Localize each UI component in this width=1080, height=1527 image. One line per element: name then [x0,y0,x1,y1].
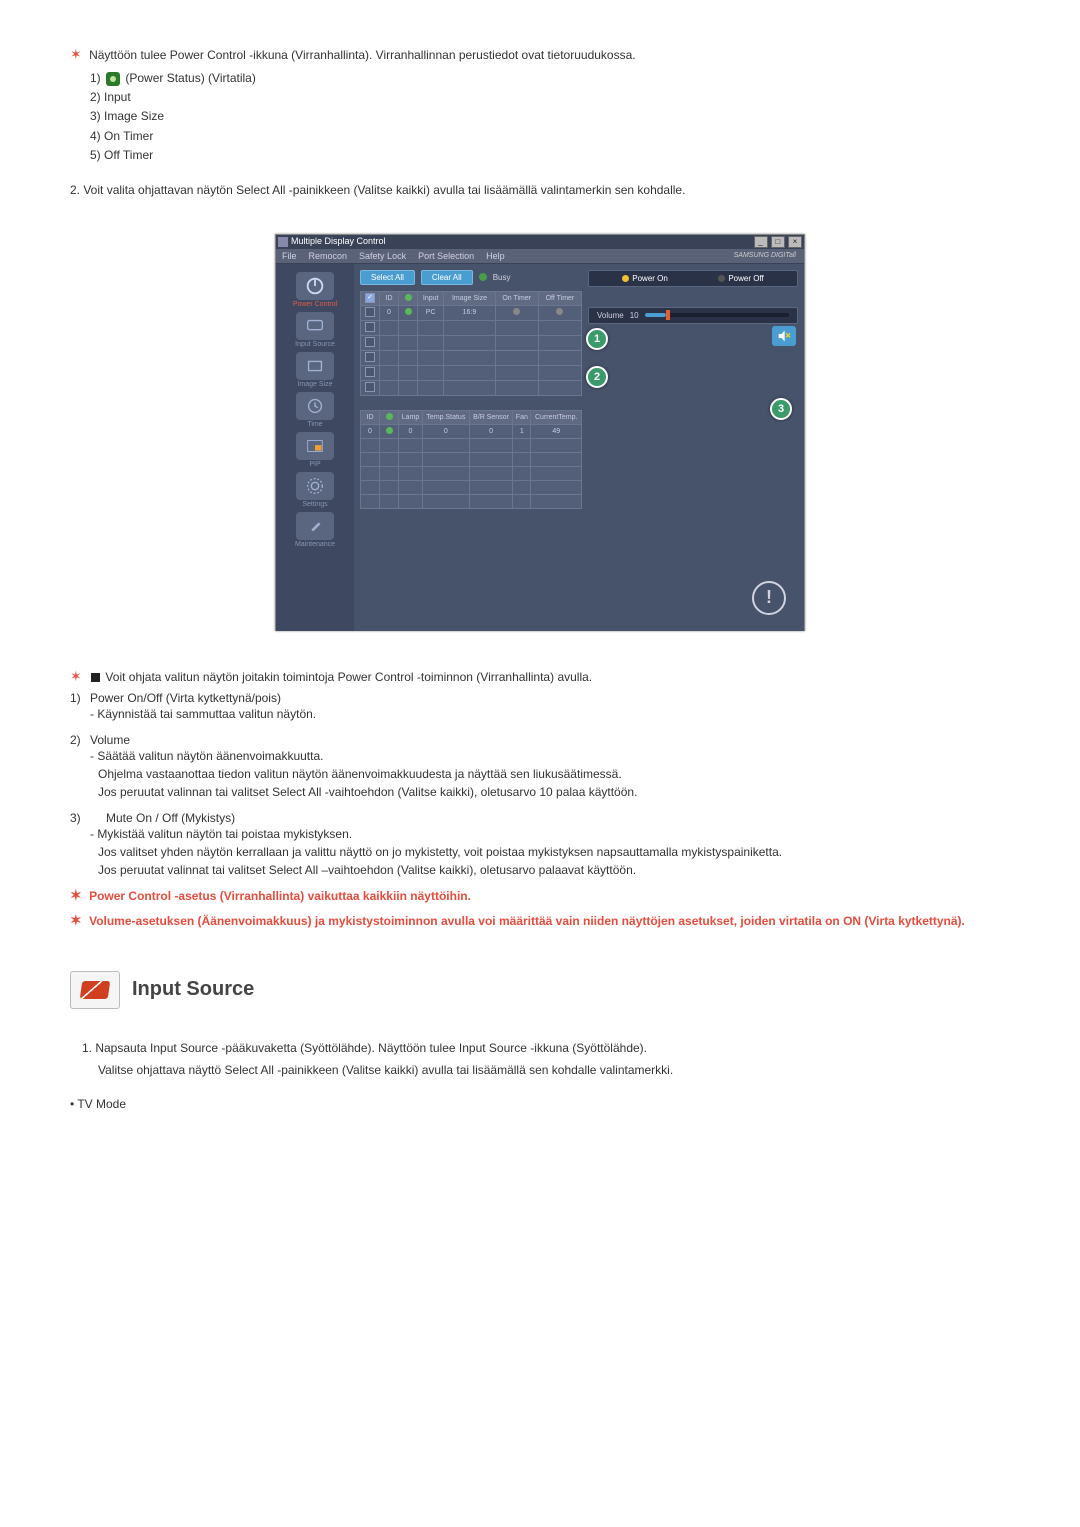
menu-portselection[interactable]: Port Selection [418,251,474,261]
bulb-off-icon [718,275,725,282]
titlebar: Multiple Display Control _ □ × [276,235,804,249]
power-bar: Power On Power Off [588,270,798,287]
sidebar-input-source[interactable]: Input Source [283,312,347,348]
app-sidebar: Power Control Input Source Image Size Ti… [276,264,354,631]
tv-mode: • TV Mode [70,1095,1010,1113]
star-icon: ✶ [70,912,82,928]
right-panel: Power On Power Off Volume 10 1 2 3 ! [588,270,798,625]
settings-icon [296,472,334,500]
button-bar: Select All Clear All Busy [360,270,582,285]
callout-3: 3 [770,398,792,420]
note-1: ✶ Power Control -asetus (Virranhallinta)… [70,885,1010,906]
mute-button[interactable] [772,326,796,346]
item-volume: 2) Volume - Säätää valitun näytön äänenv… [70,733,1010,801]
app-main: Select All Clear All Busy ID Input Image… [354,264,804,631]
app-window: Multiple Display Control _ □ × File Remo… [275,234,805,631]
numbered-list: 1) (Power Status) (Virtatila) 2) Input 3… [90,69,1010,165]
square-icon [91,673,100,682]
menubar: File Remocon Safety Lock Port Selection … [276,249,804,264]
sidebar-pip[interactable]: PIP [283,432,347,468]
row-checkbox[interactable] [365,307,375,317]
row-status-dot [405,308,412,315]
input-source-p1b: Valitse ohjattava näyttö Select All -pai… [98,1061,1010,1079]
timer-dot [513,308,520,315]
bulb-on-icon [622,275,629,282]
busy-label: Busy [493,273,511,282]
minimize-button[interactable]: _ [754,236,768,248]
display-table-1: ID Input Image Size On Timer Off Timer 0… [360,291,582,396]
list-item: 1) (Power Status) (Virtatila) [90,69,1010,88]
list-item: 4) On Timer [90,127,1010,146]
list-item: 5) Off Timer [90,146,1010,165]
sidebar-power-control[interactable]: Power Control [283,272,347,308]
maintenance-icon [296,512,334,540]
info-circle-icon: ! [752,581,786,615]
select-all-button[interactable]: Select All [360,270,415,285]
header-checkbox[interactable] [365,293,375,303]
maximize-button[interactable]: □ [771,236,785,248]
menu-remocon[interactable]: Remocon [309,251,348,261]
menu-help[interactable]: Help [486,251,505,261]
lead-line: ✶ Voit ohjata valitun näytön joitakin to… [70,666,1010,687]
status-dot-icon [405,294,412,301]
power-on-button[interactable]: Power On [622,274,668,283]
table-row[interactable]: 0 PC 16:9 [361,305,582,320]
brand-label: SAMSUNG DIGITall [734,252,796,259]
input-source-p1: 1. Napsauta Input Source -pääkuvaketta (… [82,1039,1010,1057]
footer-section: ✶ Voit ohjata valitun näytön joitakin to… [70,666,1010,931]
menu-file[interactable]: File [282,251,297,261]
sidebar-maintenance[interactable]: Maintenance [283,512,347,548]
callout-1: 1 [586,328,608,350]
item-power: 1) Power On/Off (Virta kytkettynä/pois) … [70,691,1010,723]
busy-dot-icon [479,273,487,281]
intro-text: Näyttöön tulee Power Control -ikkuna (Vi… [89,48,636,62]
display-table-2: ID Lamp Temp.Status B/R Sensor Fan Curre… [360,410,582,509]
image-size-icon [296,352,334,380]
callout-2: 2 [586,366,608,388]
pip-icon [296,432,334,460]
list-item: 3) Image Size [90,107,1010,126]
item-mute: 3) Mute On / Off (Mykistys) - Mykistää v… [70,811,1010,879]
intro-line: ✶ Näyttöön tulee Power Control -ikkuna (… [70,44,1010,65]
app-icon [278,237,288,247]
timer-dot [556,308,563,315]
volume-bar: Volume 10 [588,307,798,324]
time-icon [296,392,334,420]
input-source-icon [296,312,334,340]
table-row[interactable]: 0 0 0 0 1 49 [361,424,582,438]
volume-label: Volume [597,311,624,320]
window-title: Multiple Display Control [291,236,386,246]
sidebar-time[interactable]: Time [283,392,347,428]
intro-para2: 2. Voit valita ohjattavan näytön Select … [70,181,1010,199]
section-input-source: Input Source [70,971,1010,1009]
volume-slider[interactable] [645,313,789,317]
clear-all-button[interactable]: Clear All [421,270,473,285]
power-status-icon [106,72,120,86]
sidebar-settings[interactable]: Settings [283,472,347,508]
close-button[interactable]: × [788,236,802,248]
input-source-title-icon [70,971,120,1009]
star-icon: ✶ [70,46,82,62]
menu-safetylock[interactable]: Safety Lock [359,251,406,261]
star-icon: ✶ [70,887,82,903]
power-off-button[interactable]: Power Off [718,274,763,283]
list-item: 2) Input [90,88,1010,107]
sidebar-image-size[interactable]: Image Size [283,352,347,388]
star-icon: ✶ [70,668,82,684]
note-2: ✶ Volume-asetuksen (Äänenvoimakkuus) ja … [70,910,1010,931]
power-control-icon [296,272,334,300]
volume-value: 10 [630,311,639,320]
